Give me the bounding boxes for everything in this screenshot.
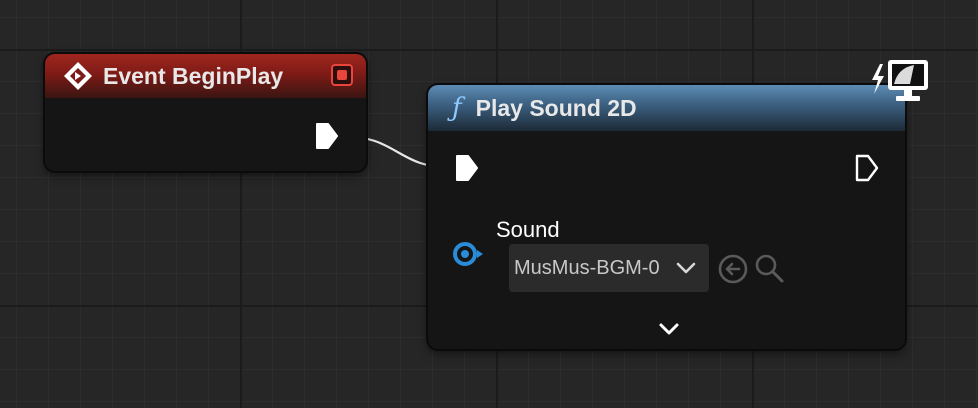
event-node-header[interactable]: Event BeginPlay xyxy=(45,54,366,98)
function-node-title: Play Sound 2D xyxy=(475,94,637,121)
sound-asset-dropdown[interactable]: MusMus-BGM-0 xyxy=(509,244,709,292)
stop-icon xyxy=(331,64,353,86)
advanced-display-toggle-icon[interactable] xyxy=(658,322,680,336)
sound-asset-value: MusMus-BGM-0 xyxy=(514,256,660,279)
exec-output-pin[interactable] xyxy=(315,122,339,150)
client-only-monitor-icon xyxy=(872,60,928,101)
sound-object-pin[interactable] xyxy=(452,240,486,268)
event-diamond-icon xyxy=(64,62,92,90)
chevron-down-icon xyxy=(676,262,696,274)
function-node-header[interactable]: ƒ Play Sound 2D xyxy=(428,85,905,131)
exec-input-pin[interactable] xyxy=(455,154,479,182)
event-node-title: Event BeginPlay xyxy=(103,62,284,89)
blueprint-graph-canvas[interactable]: Event BeginPlay ƒ Play Sound 2D Sound Mu… xyxy=(0,0,978,408)
browse-asset-search-icon[interactable] xyxy=(753,252,785,284)
sound-pin-label: Sound xyxy=(496,217,560,242)
function-icon: ƒ xyxy=(452,93,462,123)
exec-output-pin-unconnected[interactable] xyxy=(855,154,879,182)
event-beginplay-node[interactable]: Event BeginPlay xyxy=(45,54,366,171)
use-selected-asset-arrow-icon[interactable] xyxy=(717,253,749,285)
